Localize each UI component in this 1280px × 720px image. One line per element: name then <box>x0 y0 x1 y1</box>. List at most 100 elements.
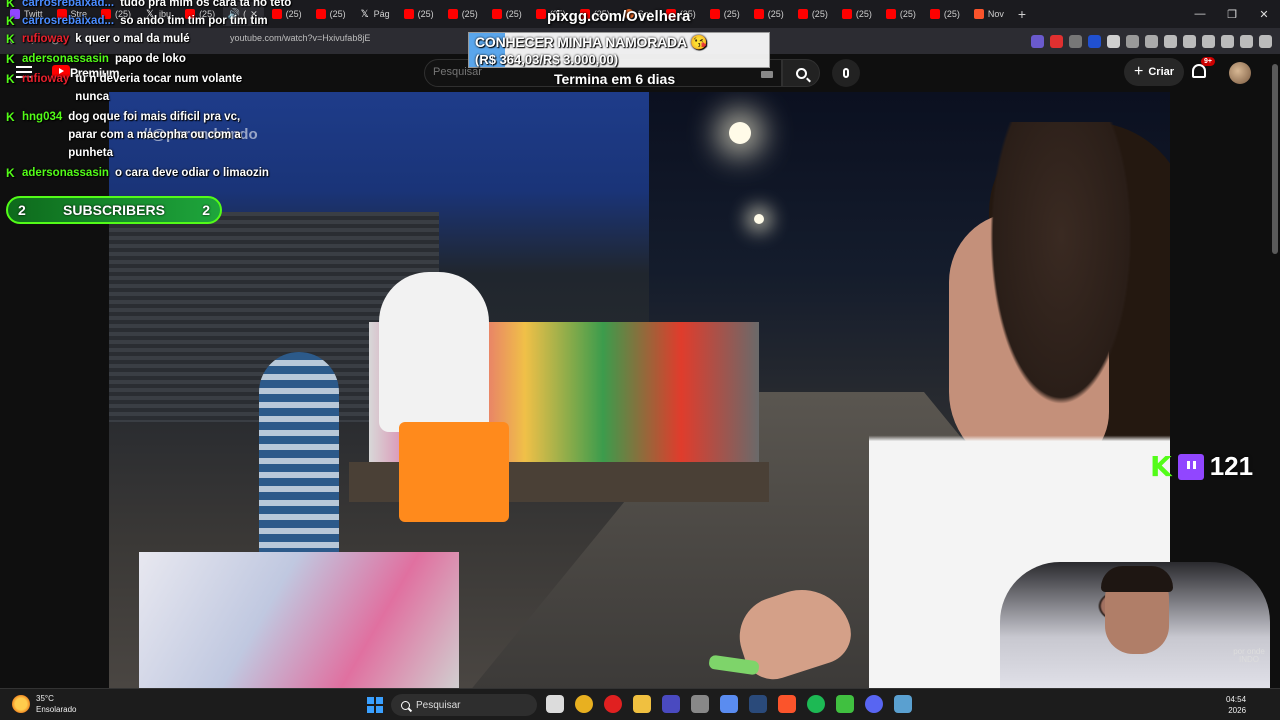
taskbar-search[interactable]: Pesquisar <box>391 694 537 716</box>
twitch-icon <box>1177 453 1204 480</box>
explorer-icon[interactable] <box>546 695 564 713</box>
tab-label: (25) <box>811 9 828 19</box>
goal-value: (R$ 364,03/R$ 3.000,00) <box>475 52 619 67</box>
tab-label: (25) <box>855 9 872 19</box>
temperature: 35°C <box>36 694 54 703</box>
chat-username[interactable]: adersonassasin <box>22 50 109 68</box>
browser-tab[interactable]: (25) <box>792 2 834 26</box>
search-button[interactable] <box>782 59 820 87</box>
channel-logo: por onde INDO <box>1233 647 1265 664</box>
shield-icon[interactable] <box>1240 34 1253 48</box>
music-icon[interactable] <box>1164 34 1177 48</box>
minimize-button[interactable]: — <box>1184 0 1216 28</box>
browser-tab[interactable]: (25) <box>310 2 352 26</box>
chat-username[interactable]: rufioway <box>22 70 69 106</box>
browser-tab[interactable]: (25) <box>748 2 790 26</box>
chat-username[interactable]: carrosrebaixad... <box>22 12 114 30</box>
tab-label: (25) <box>505 9 522 19</box>
chat-username[interactable]: rufioway <box>22 30 69 48</box>
steam-icon[interactable] <box>749 695 767 713</box>
extension-icon[interactable] <box>1050 34 1063 48</box>
kick-icon: K <box>6 110 15 124</box>
search-icon <box>401 700 410 710</box>
close-button[interactable]: ✕ <box>1248 0 1280 28</box>
menu-icon[interactable] <box>1259 34 1272 48</box>
extension-icon[interactable] <box>1069 34 1082 48</box>
download-icon[interactable] <box>1221 34 1234 48</box>
new-tab-button[interactable]: + <box>1018 6 1026 22</box>
video-orange-shorts <box>399 422 509 522</box>
tab-label: (25) <box>767 9 784 19</box>
browser-tab[interactable]: (25) <box>398 2 440 26</box>
notifications-bell-icon[interactable] <box>1192 64 1206 78</box>
chat-message: Kadersonassasin papo de loko <box>6 50 305 68</box>
kick-icon: K <box>6 72 15 86</box>
opera-icon[interactable] <box>604 695 622 713</box>
kick-icon: K <box>6 0 15 10</box>
chat-text: papo de loko <box>114 53 186 65</box>
chat-text: o cara deve odiar o limaozin <box>114 167 269 179</box>
clock-date: 2026 <box>1228 706 1247 715</box>
chat-username[interactable]: hng034 <box>22 108 62 162</box>
sun-icon <box>12 695 30 713</box>
kick-icon: K <box>1150 450 1172 483</box>
maximize-button[interactable]: ❐ <box>1216 0 1248 28</box>
files-icon[interactable] <box>633 695 651 713</box>
kick-icon: K <box>6 52 15 66</box>
chat-message: Krufioway k quer o mal da mulé <box>6 30 265 48</box>
chat-message: Kadersonassasin o cara deve odiar o limao… <box>6 164 305 182</box>
kick-icon: K <box>6 166 15 180</box>
search-icon <box>795 67 807 79</box>
start-button[interactable] <box>367 697 383 713</box>
browser-tab[interactable]: (25) <box>836 2 878 26</box>
system-clock[interactable]: 04:54 2026 <box>1226 694 1246 716</box>
extensions-bar <box>1031 28 1272 54</box>
puzzle-icon[interactable] <box>1126 34 1139 48</box>
weather-condition: Ensolarado <box>36 705 77 714</box>
arrow-app-icon[interactable] <box>720 695 738 713</box>
plus-icon: + <box>1134 63 1144 80</box>
chat-username[interactable]: carrosrebaixad... <box>22 0 114 12</box>
avatar[interactable] <box>1229 62 1251 84</box>
extension-icon[interactable] <box>1145 34 1158 48</box>
keyboard-icon[interactable] <box>761 71 773 78</box>
create-button[interactable]: + Criar <box>1124 58 1185 86</box>
browser-tab[interactable]: (25) <box>442 2 484 26</box>
app-icon[interactable] <box>662 695 680 713</box>
chat-text: tudo pra mim os cara ta no teto <box>120 0 292 9</box>
browser-tab[interactable]: Nov <box>968 2 1010 26</box>
extension-icon[interactable] <box>1088 34 1101 48</box>
browser-tab[interactable]: (25) <box>486 2 528 26</box>
scrollbar-thumb[interactable] <box>1272 64 1278 254</box>
video-streetlight <box>729 122 751 144</box>
youtube-icon <box>885 9 896 19</box>
extension-icon[interactable] <box>1107 34 1120 48</box>
wallet-icon[interactable] <box>1202 34 1215 48</box>
browser-tab[interactable]: 𝕏 Pág <box>354 2 396 26</box>
sidebar-icon[interactable] <box>1183 34 1196 48</box>
discord-icon[interactable] <box>865 695 883 713</box>
tab-label: Nov <box>987 9 1004 19</box>
spotify-icon[interactable] <box>807 695 825 713</box>
youtube-icon <box>535 9 546 19</box>
goal-title: CONHECER MINHA NAMORADA 😘 <box>475 34 708 50</box>
youtube-icon <box>753 9 764 19</box>
terminal-icon[interactable] <box>836 695 854 713</box>
voice-search-button[interactable] <box>832 59 860 87</box>
github-icon[interactable] <box>691 695 709 713</box>
notepad-icon[interactable] <box>894 695 912 713</box>
video-cart <box>139 552 459 688</box>
page-scrollbar[interactable] <box>1270 54 1280 688</box>
brave-icon[interactable] <box>778 695 796 713</box>
chrome-icon[interactable] <box>575 695 593 713</box>
tab-label: (25) <box>417 9 434 19</box>
tab-label: (25) <box>943 9 960 19</box>
weather-widget[interactable]: 35°C Ensolarado <box>12 693 76 715</box>
browser-tab[interactable]: (25) <box>924 2 966 26</box>
browser-tab[interactable]: (25) <box>880 2 922 26</box>
chat-username[interactable]: adersonassasin <box>22 164 109 182</box>
tab-label: Pág <box>373 9 390 19</box>
subscribers-badge: 2 SUBSCRIBERS 2 <box>6 196 222 224</box>
browser-tab[interactable]: (25) <box>704 2 746 26</box>
extension-icon[interactable] <box>1031 34 1044 48</box>
